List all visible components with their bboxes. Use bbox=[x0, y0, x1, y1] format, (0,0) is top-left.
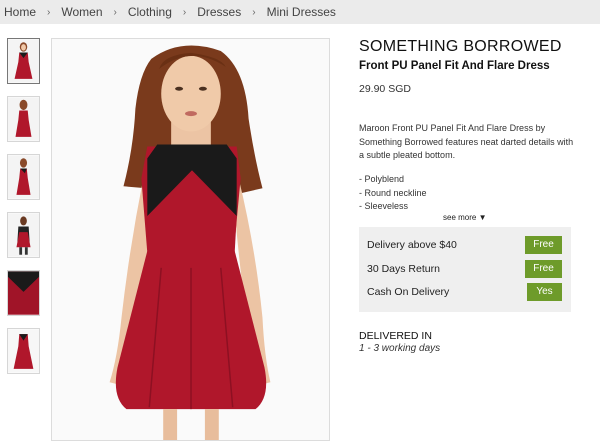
dress-styled-thumbnail-image bbox=[8, 213, 39, 257]
breadcrumb-home[interactable]: Home bbox=[4, 5, 36, 19]
perk-label: Delivery above $40 bbox=[367, 239, 457, 251]
thumbnail-back[interactable] bbox=[7, 96, 40, 142]
perk-badge-yes: Yes bbox=[527, 283, 562, 301]
main-product-image[interactable] bbox=[51, 38, 330, 441]
dress-model-illustration bbox=[52, 39, 329, 440]
breadcrumb-separator: › bbox=[113, 6, 117, 18]
perk-badge-free: Free bbox=[525, 260, 562, 278]
breadcrumb: Home › Women › Clothing › Dresses › Mini… bbox=[0, 0, 600, 24]
thumbnail-front[interactable] bbox=[7, 38, 40, 84]
breadcrumb-separator: › bbox=[47, 6, 51, 18]
thumbnail-detail[interactable] bbox=[7, 270, 40, 316]
product-features: - Polyblend - Round neckline - Sleeveles… bbox=[359, 173, 427, 214]
see-more-label: see more bbox=[443, 213, 477, 222]
product-name: Front PU Panel Fit And Flare Dress bbox=[359, 60, 550, 72]
product-brand[interactable]: SOMETHING BORROWED bbox=[359, 38, 562, 56]
dress-side-thumbnail-image bbox=[8, 155, 39, 199]
perk-label: Cash On Delivery bbox=[367, 286, 450, 298]
feature-item: - Round neckline bbox=[359, 187, 427, 198]
feature-item: - Sleeveless bbox=[359, 201, 409, 211]
perks-panel: Delivery above $40 Free 30 Days Return F… bbox=[359, 227, 571, 312]
delivered-in-title: DELIVERED IN bbox=[359, 330, 432, 342]
breadcrumb-separator: › bbox=[252, 6, 256, 18]
perk-label: 30 Days Return bbox=[367, 263, 440, 275]
thumbnail-flat[interactable] bbox=[7, 328, 40, 374]
breadcrumb-women[interactable]: Women bbox=[61, 5, 102, 19]
dress-flat-thumbnail-image bbox=[8, 329, 39, 373]
breadcrumb-dresses[interactable]: Dresses bbox=[197, 5, 241, 19]
dress-back-thumbnail-image bbox=[8, 97, 39, 141]
perk-row-return: 30 Days Return Free bbox=[359, 258, 571, 280]
perk-row-cod: Cash On Delivery Yes bbox=[359, 281, 571, 303]
perk-badge-free: Free bbox=[525, 236, 562, 254]
breadcrumb-mini-dresses[interactable]: Mini Dresses bbox=[267, 5, 336, 19]
delivery-days: 1 - 3 working days bbox=[359, 343, 441, 354]
thumbnail-side[interactable] bbox=[7, 154, 40, 200]
breadcrumb-separator: › bbox=[182, 6, 187, 18]
product-description: Maroon Front PU Panel Fit And Flare Dres… bbox=[359, 123, 574, 160]
perk-row-delivery: Delivery above $40 Free bbox=[359, 234, 571, 256]
see-more-link[interactable]: see more ▼ bbox=[443, 213, 487, 222]
feature-item: - Polyblend bbox=[359, 174, 405, 184]
dress-detail-thumbnail-image bbox=[8, 271, 39, 315]
product-price: 29.90 SGD bbox=[359, 83, 411, 95]
breadcrumb-clothing[interactable]: Clothing bbox=[128, 5, 172, 19]
thumbnail-styled[interactable] bbox=[7, 212, 40, 258]
dress-front-thumbnail-image bbox=[8, 39, 39, 83]
triangle-down-icon: ▼ bbox=[478, 213, 487, 222]
